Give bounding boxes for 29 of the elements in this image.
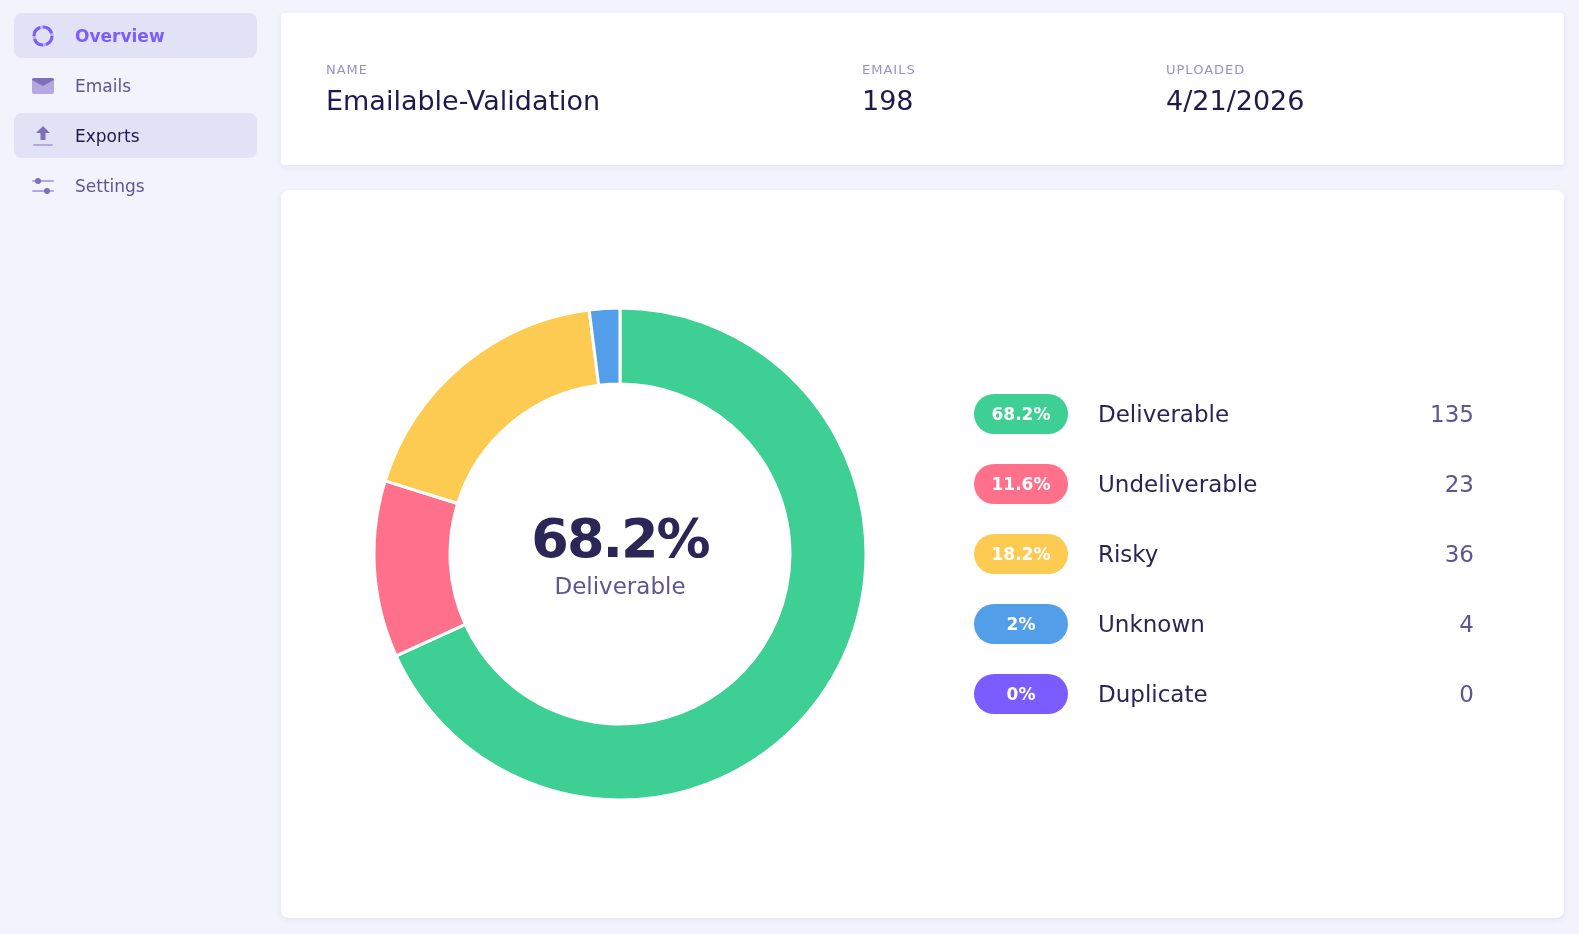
field-label: UPLOADED xyxy=(1166,62,1247,77)
legend-count: 135 xyxy=(1430,401,1474,427)
legend-count: 36 xyxy=(1444,541,1474,567)
percentage-pill: 0% xyxy=(974,674,1068,714)
sidebar-item[interactable]: Settings xyxy=(14,163,257,208)
upload-icon xyxy=(32,124,54,147)
legend-count: 0 xyxy=(1459,681,1474,707)
field-value: 4/21/2026 xyxy=(1166,85,1306,116)
percentage-pill: 18.2% xyxy=(974,534,1068,574)
legend-label: Undeliverable xyxy=(1098,471,1258,497)
legend-count: 4 xyxy=(1459,611,1474,637)
center-label: Deliverable xyxy=(554,572,686,601)
sidebar-item[interactable]: Emails xyxy=(14,63,257,108)
field-value: 198 xyxy=(862,85,915,116)
field-value: Emailable-Validation xyxy=(326,85,602,116)
field-label: NAME xyxy=(326,62,370,77)
field-label: EMAILS xyxy=(862,62,917,77)
center-percentage: 68.2% xyxy=(531,507,709,571)
legend-label: Unknown xyxy=(1098,611,1205,637)
percentage-pill: 2% xyxy=(974,604,1068,644)
legend-label: Duplicate xyxy=(1098,681,1208,707)
legend-label: Deliverable xyxy=(1098,401,1230,427)
dashed-ring-icon xyxy=(32,24,54,47)
legend-count: 23 xyxy=(1444,471,1474,497)
percentage-pill: 68.2% xyxy=(974,394,1068,434)
legend-label: Risky xyxy=(1098,541,1159,567)
percentage-pill: 11.6% xyxy=(974,464,1068,504)
sidebar-item[interactable]: Overview xyxy=(14,13,257,58)
sidebar-item[interactable]: Exports xyxy=(14,113,257,158)
